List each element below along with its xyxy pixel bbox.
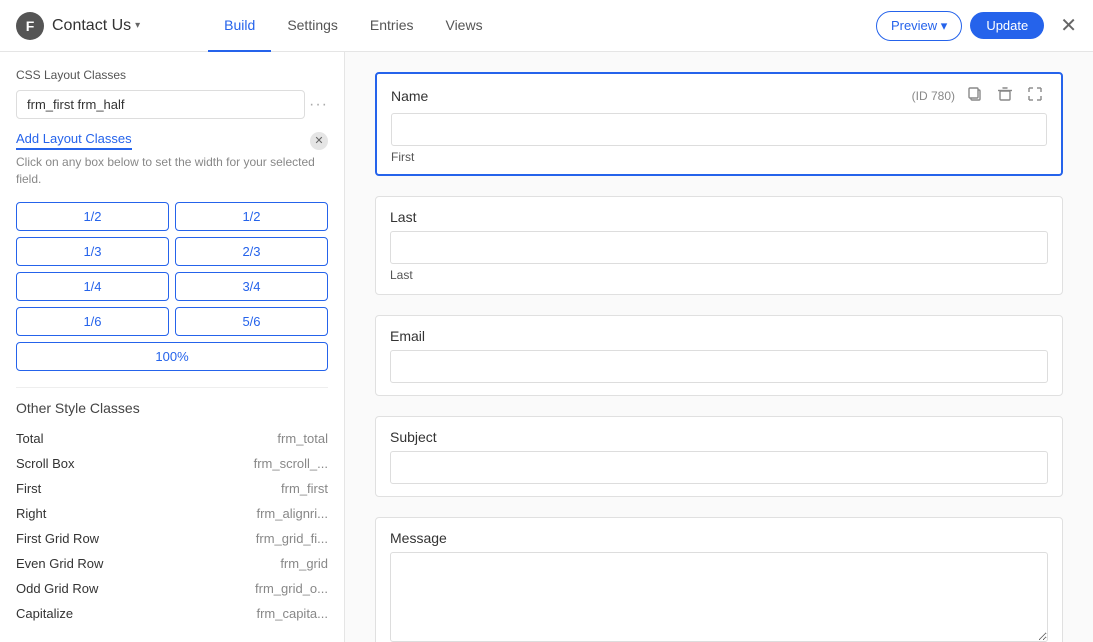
grid-btn-sixth-5[interactable]: 5/6 — [175, 307, 328, 336]
style-name-first: First — [16, 481, 41, 496]
style-name-total: Total — [16, 431, 43, 446]
field-email-header: Email — [390, 328, 1048, 344]
style-name-evengridrow: Even Grid Row — [16, 556, 103, 571]
field-delete-button[interactable] — [993, 84, 1017, 107]
field-name[interactable]: Name (ID 780) — [375, 72, 1063, 176]
field-name-label: Name — [391, 88, 428, 104]
style-class-scrollbox: frm_scroll_... — [254, 456, 328, 471]
field-name-actions — [963, 84, 1047, 107]
main-nav: Build Settings Entries Views — [208, 0, 498, 52]
field-email-label: Email — [390, 328, 425, 344]
field-expand-button[interactable] — [1023, 84, 1047, 107]
style-rows-list: Total frm_total Scroll Box frm_scroll_..… — [16, 426, 328, 626]
style-class-right: frm_alignri... — [256, 506, 328, 521]
style-class-oddgridrow: frm_grid_o... — [255, 581, 328, 596]
hint-text: Click on any box below to set the width … — [16, 154, 328, 188]
css-class-input[interactable] — [16, 90, 305, 119]
grid-btn-quarter-3[interactable]: 3/4 — [175, 272, 328, 301]
nav-entries[interactable]: Entries — [354, 0, 430, 52]
style-class-capitalize: frm_capita... — [256, 606, 328, 621]
field-email-input[interactable] — [390, 350, 1048, 383]
style-row-scrollbox: Scroll Box frm_scroll_... — [16, 451, 328, 476]
style-row-capitalize: Capitalize frm_capita... — [16, 601, 328, 626]
css-input-row: ··· — [16, 90, 328, 119]
field-subject-header: Subject — [390, 429, 1048, 445]
grid-btn-third-1[interactable]: 1/3 — [16, 237, 169, 266]
field-name-id: (ID 780) — [912, 89, 955, 103]
nav-views[interactable]: Views — [429, 0, 498, 52]
grid-layout-section: 1/2 1/2 1/3 2/3 1/4 3/4 1/6 5/6 100% — [16, 202, 328, 371]
copy-icon — [967, 86, 983, 102]
style-row-firstgridrow: First Grid Row frm_grid_fi... — [16, 526, 328, 551]
style-name-scrollbox: Scroll Box — [16, 456, 75, 471]
title-chevron-icon[interactable]: ▾ — [135, 20, 140, 31]
style-name-capitalize: Capitalize — [16, 606, 73, 621]
field-subject[interactable]: Subject — [375, 416, 1063, 497]
grid-row-quarter: 1/4 3/4 — [16, 272, 328, 301]
app-logo: F — [16, 12, 44, 40]
other-styles-header: Other Style Classes — [16, 387, 328, 416]
field-name-header: Name (ID 780) — [391, 84, 1047, 107]
field-subject-input[interactable] — [390, 451, 1048, 484]
field-message-label: Message — [390, 530, 447, 546]
grid-row-sixth: 1/6 5/6 — [16, 307, 328, 336]
add-layout-classes-button[interactable]: Add Layout Classes — [16, 131, 132, 150]
field-last-sublabel: Last — [390, 268, 1048, 282]
sidebar: CSS Layout Classes ··· Add Layout Classe… — [0, 52, 345, 642]
more-options-icon[interactable]: ··· — [309, 96, 328, 114]
main-content: CSS Layout Classes ··· Add Layout Classe… — [0, 52, 1093, 642]
style-class-evengridrow: frm_grid — [280, 556, 328, 571]
style-row-right: Right frm_alignri... — [16, 501, 328, 526]
form-canvas: Name (ID 780) — [345, 52, 1093, 642]
css-section-label: CSS Layout Classes — [16, 68, 328, 82]
expand-icon — [1027, 86, 1043, 102]
field-last-label: Last — [390, 209, 416, 225]
update-button[interactable]: Update — [970, 12, 1044, 39]
grid-btn-quarter-1[interactable]: 1/4 — [16, 272, 169, 301]
add-layout-row: Add Layout Classes ✕ — [16, 131, 328, 150]
style-class-firstgridrow: frm_grid_fi... — [256, 531, 328, 546]
field-message-textarea[interactable] — [390, 552, 1048, 642]
trash-icon — [997, 86, 1013, 102]
grid-btn-half-1[interactable]: 1/2 — [16, 202, 169, 231]
preview-button[interactable]: Preview ▾ — [876, 11, 962, 41]
field-last-input[interactable] — [390, 231, 1048, 264]
grid-btn-half-2[interactable]: 1/2 — [175, 202, 328, 231]
style-row-total: Total frm_total — [16, 426, 328, 451]
grid-btn-full[interactable]: 100% — [16, 342, 328, 371]
field-message[interactable]: Message — [375, 517, 1063, 642]
style-class-first: frm_first — [281, 481, 328, 496]
field-last[interactable]: Last Last — [375, 196, 1063, 295]
style-name-right: Right — [16, 506, 46, 521]
grid-row-half: 1/2 1/2 — [16, 202, 328, 231]
style-row-oddgridrow: Odd Grid Row frm_grid_o... — [16, 576, 328, 601]
grid-btn-sixth-1[interactable]: 1/6 — [16, 307, 169, 336]
grid-btn-third-2[interactable]: 2/3 — [175, 237, 328, 266]
field-email[interactable]: Email — [375, 315, 1063, 396]
field-copy-button[interactable] — [963, 84, 987, 107]
close-layout-button[interactable]: ✕ — [310, 132, 328, 150]
close-button[interactable]: ✕ — [1060, 13, 1077, 38]
field-message-header: Message — [390, 530, 1048, 546]
grid-row-third: 1/3 2/3 — [16, 237, 328, 266]
nav-settings[interactable]: Settings — [271, 0, 354, 52]
style-row-evengridrow: Even Grid Row frm_grid — [16, 551, 328, 576]
nav-build[interactable]: Build — [208, 0, 271, 52]
header: F Contact Us ▾ Build Settings Entries Vi… — [0, 0, 1093, 52]
field-last-header: Last — [390, 209, 1048, 225]
style-name-firstgridrow: First Grid Row — [16, 531, 99, 546]
style-name-oddgridrow: Odd Grid Row — [16, 581, 98, 596]
form-title: Contact Us ▾ — [52, 17, 140, 35]
style-row-first: First frm_first — [16, 476, 328, 501]
field-name-sublabel: First — [391, 150, 1047, 164]
field-subject-label: Subject — [390, 429, 437, 445]
header-actions: Preview ▾ Update ✕ — [876, 11, 1077, 41]
style-class-total: frm_total — [277, 431, 328, 446]
field-name-input[interactable] — [391, 113, 1047, 146]
grid-row-full: 100% — [16, 342, 328, 371]
